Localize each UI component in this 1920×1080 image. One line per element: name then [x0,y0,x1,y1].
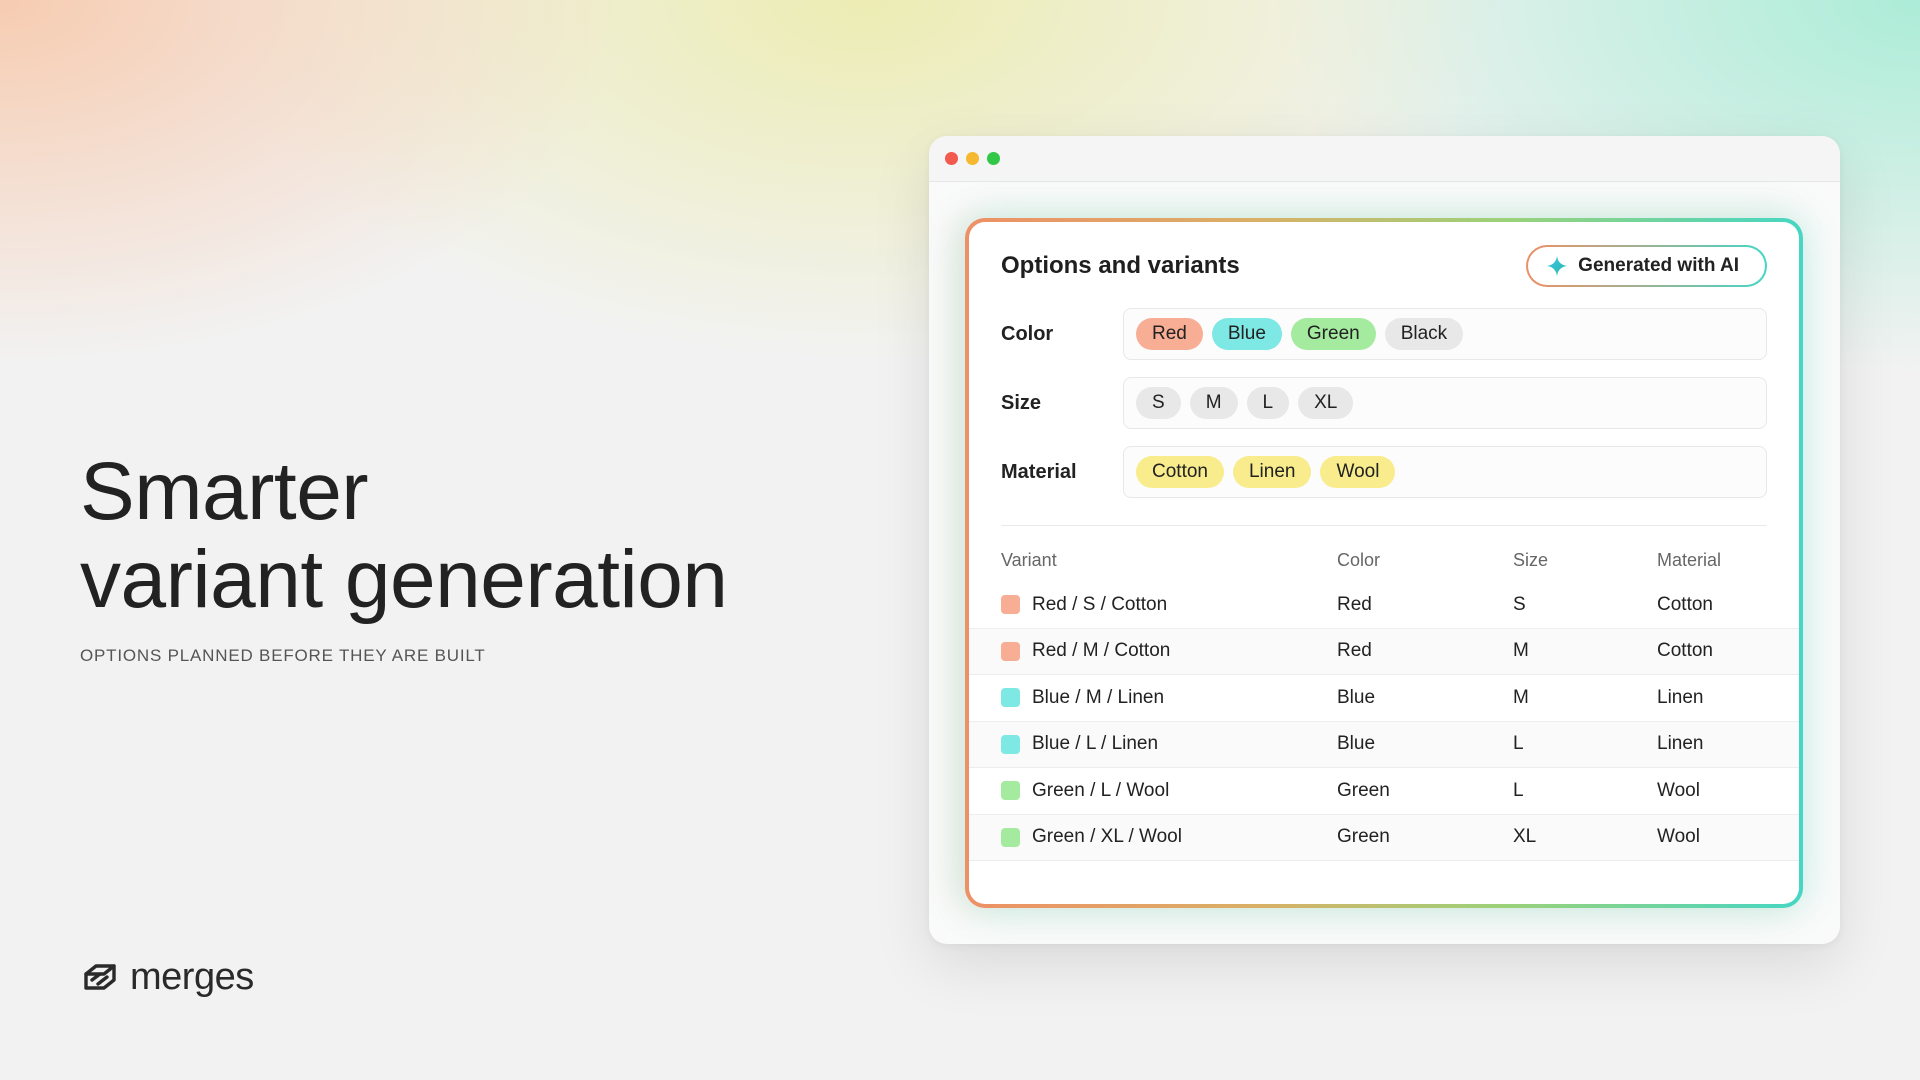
chip-xl[interactable]: XL [1298,387,1354,419]
ai-badge-label: Generated with AI [1578,255,1739,276]
cell-size: M [1513,686,1529,708]
cell-color: Blue [1337,733,1376,755]
column-header-variant: Variant [1001,549,1057,570]
color-swatch [1001,734,1020,754]
option-values-material[interactable]: Cotton Linen Wool [1123,446,1767,498]
color-swatch [1001,827,1020,847]
brand-name: merges [130,956,254,998]
cell-size: L [1513,733,1524,755]
option-row-material: Material Cotton Linen Wool [1001,446,1767,498]
cell-color: Green [1337,779,1390,801]
table-row[interactable]: Green / L / Wool Green L Wool [969,768,1799,815]
cell-size: M [1513,640,1529,662]
window-minimize-button[interactable] [966,152,979,165]
variant-name: Red / M / Cotton [1032,640,1171,662]
table-row[interactable]: Blue / M / Linen Blue M Linen [969,675,1799,722]
variants-table: Variant Color Size Material Red / S / Co… [969,538,1799,861]
cell-material: Wool [1657,826,1700,848]
color-swatch [1001,688,1020,708]
chip-blue[interactable]: Blue [1211,318,1282,350]
chip-cotton[interactable]: Cotton [1136,456,1224,488]
column-header-material: Material [1657,549,1722,570]
color-swatch [1001,781,1020,801]
option-values-size[interactable]: S M L XL [1123,377,1767,429]
cell-size: L [1513,779,1524,801]
merges-logo-icon [84,963,116,990]
variant-name: Red / S / Cotton [1032,593,1168,615]
hero-title-line-2: variant generation [80,534,728,625]
table-row[interactable]: Red / S / Cotton Red S Cotton [969,582,1799,629]
chip-m[interactable]: M [1189,387,1238,419]
hero-title: Smarter variant generation [80,446,728,625]
chip-black[interactable]: Black [1384,318,1464,350]
table-row[interactable]: Blue / L / Linen Blue L Linen [969,721,1799,768]
table-row[interactable]: Red / M / Cotton Red M Cotton [969,628,1799,675]
chip-linen[interactable]: Linen [1232,456,1312,488]
variant-name: Green / XL / Wool [1032,826,1182,848]
chip-s[interactable]: S [1136,387,1181,419]
app-window: Options and variants Generated with AI C… [929,136,1840,944]
cell-size: XL [1513,826,1537,848]
panel-content: Options and variants Generated with AI C… [969,222,1799,904]
hero-subtitle: OPTIONS PLANNED BEFORE THEY ARE BUILT [80,646,486,665]
option-values-color[interactable]: Red Blue Green Black [1123,308,1767,360]
window-titlebar [929,136,1840,182]
cell-color: Red [1337,640,1372,662]
option-row-color: Color Red Blue Green Black [1001,308,1767,360]
panel-header: Options and variants Generated with AI [1001,244,1767,288]
color-swatch [1001,641,1020,661]
option-label: Material [1001,460,1077,483]
chip-green[interactable]: Green [1290,318,1376,350]
column-header-size: Size [1513,549,1549,570]
cell-material: Cotton [1657,593,1713,615]
variant-name: Blue / L / Linen [1032,733,1159,755]
generated-with-ai-button[interactable]: Generated with AI [1526,245,1767,287]
option-label: Color [1001,322,1054,345]
cell-material: Linen [1657,733,1704,755]
option-label: Size [1001,391,1042,414]
sparkle-icon [1547,255,1568,277]
cell-color: Green [1337,826,1390,848]
options-variants-panel: Options and variants Generated with AI C… [965,218,1803,908]
table-header: Variant Color Size Material [969,538,1799,582]
cell-color: Blue [1337,686,1376,708]
column-header-color: Color [1337,549,1381,570]
variant-name: Blue / M / Linen [1032,686,1165,708]
chip-wool[interactable]: Wool [1320,456,1396,488]
chip-l[interactable]: L [1246,387,1290,419]
cell-material: Wool [1657,779,1700,801]
window-close-button[interactable] [945,152,958,165]
panel-title: Options and variants [1001,252,1240,279]
hero-title-line-1: Smarter [80,446,369,537]
cell-color: Red [1337,593,1372,615]
option-row-size: Size S M L XL [1001,377,1767,429]
cell-size: S [1513,593,1526,615]
color-swatch [1001,595,1020,615]
table-row[interactable]: Green / XL / Wool Green XL Wool [969,814,1799,861]
variant-name: Green / L / Wool [1032,779,1170,801]
cell-material: Linen [1657,686,1704,708]
section-divider [1001,525,1767,526]
cell-material: Cotton [1657,640,1713,662]
brand: merges [80,956,254,999]
window-maximize-button[interactable] [987,152,1000,165]
chip-red[interactable]: Red [1136,318,1203,350]
